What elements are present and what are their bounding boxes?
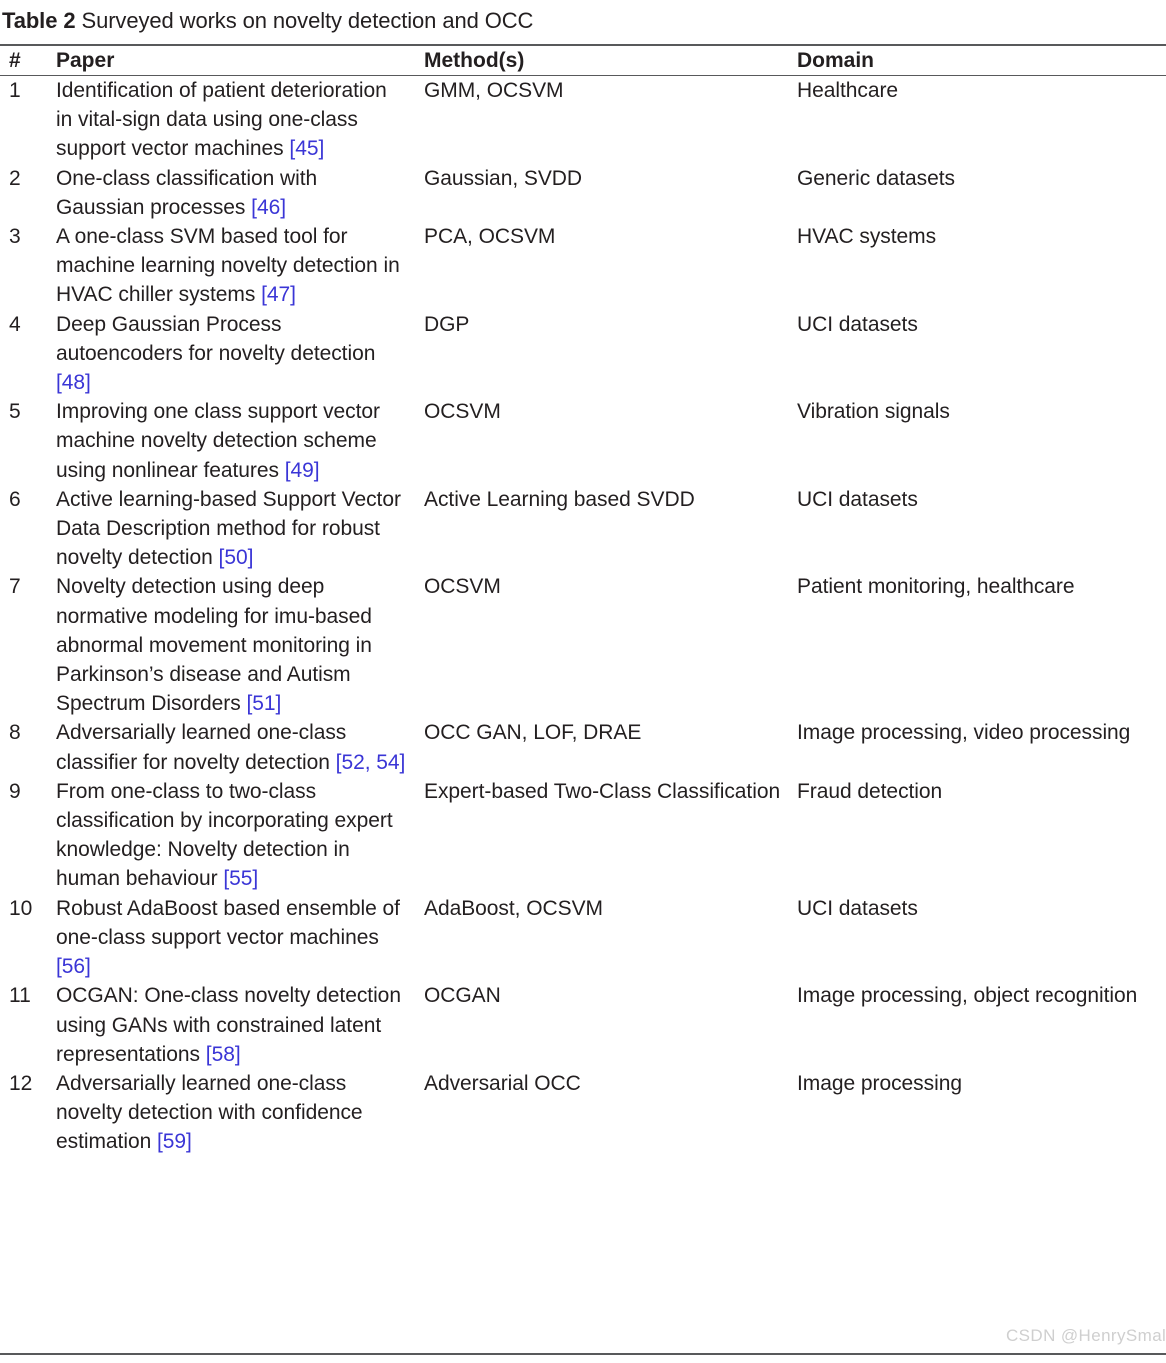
method-cell: Gaussian, SVDD [424,166,583,190]
domain-cell: Image processing, video processing [797,721,1131,745]
method-cell: OCC GAN, LOF, DRAE [424,721,642,745]
surveyed-works-table: # Paper Method(s) Domain 1 Identification… [0,46,1166,1157]
table-row: 3 A one-class SVM based tool for machine … [0,222,1166,310]
paper-title-text: Adversarially learned one-class novelty … [56,1071,363,1154]
paper-title-cell: One-class classification with Gaussian p… [46,164,422,222]
paper-reference-link[interactable]: [46] [251,196,286,219]
paper-title-cell: Adversarially learned one-class novelty … [46,1069,422,1157]
table-header-row: # Paper Method(s) Domain [0,46,1166,75]
method-cell: Adversarial OCC [424,1071,581,1095]
paper-reference-link[interactable]: [51] [246,692,281,715]
table-row: 4 Deep Gaussian Process autoencoders for … [0,310,1166,398]
table-row: 5 Improving one class support vector mach… [0,397,1166,485]
table-caption-label: Table 2 [2,8,76,33]
row-number: 4 [9,312,21,336]
column-header-paper: Paper [56,49,115,72]
table-body: 1 Identification of patient deterioration… [0,75,1166,1157]
paper-reference-link[interactable]: [56] [56,955,91,978]
method-cell: OCSVM [424,400,501,424]
domain-cell: Patient monitoring, healthcare [797,575,1075,599]
table-bottom-rule [0,1353,1166,1355]
paper-reference-link[interactable]: [59] [157,1130,192,1153]
paper-title-cell: Deep Gaussian Process autoencoders for n… [46,310,422,398]
paper-title-text: Adversarially learned one-class classifi… [56,721,347,774]
table-row: 7 Novelty detection using deep normative … [0,572,1166,718]
method-cell: DGP [424,312,470,336]
paper-reference-link[interactable]: [48] [56,371,91,394]
watermark: CSDN @HenrySmale [1006,1326,1166,1345]
domain-cell: UCI datasets [797,487,918,511]
paper-title-cell: A one-class SVM based tool for machine l… [46,222,422,310]
domain-cell: Image processing, object recognition [797,984,1138,1008]
method-cell: Active Learning based SVDD [424,487,695,511]
method-cell: OCGAN [424,984,501,1008]
paper-reference-link[interactable]: [45] [289,137,324,160]
paper-title-text: Robust AdaBoost based ensemble of one-cl… [56,896,400,949]
paper-reference-link[interactable]: [55] [223,867,258,890]
paper-title-cell: Novelty detection using deep normative m… [46,572,422,718]
domain-cell: UCI datasets [797,312,918,336]
method-cell: AdaBoost, OCSVM [424,896,603,920]
paper-reference-link[interactable]: [50] [219,546,254,569]
paper-title-cell: From one-class to two-class classificati… [46,777,422,894]
table-caption-text: Surveyed works on novelty detection and … [81,8,534,33]
table-row: 2 One-class classification with Gaussian … [0,164,1166,222]
table-row: 12 Adversarially learned one-class novelt… [0,1069,1166,1157]
method-cell: OCSVM [424,575,501,599]
paper-title-cell: OCGAN: One-class novelty detection using… [46,981,422,1069]
row-number: 3 [9,225,21,249]
row-number: 2 [9,166,21,190]
row-number: 10 [9,896,33,920]
paper-title-cell: Improving one class support vector machi… [46,397,422,485]
column-header-domain: Domain [797,49,875,72]
row-number: 7 [9,575,21,599]
paper-reference-link[interactable]: [52, 54] [336,751,406,774]
domain-cell: Generic datasets [797,166,955,190]
table-row: 1 Identification of patient deterioration… [0,76,1166,164]
domain-cell: Image processing [797,1071,962,1095]
paper-title-cell: Active learning-based Support Vector Dat… [46,485,422,573]
paper-reference-link[interactable]: [58] [206,1043,241,1066]
domain-cell: UCI datasets [797,896,918,920]
paper-title-text: Novelty detection using deep normative m… [56,575,372,716]
paper-title-text: Improving one class support vector machi… [56,400,380,482]
paper-reference-link[interactable]: [47] [261,283,296,306]
domain-cell: HVAC systems [797,225,937,249]
domain-cell: Fraud detection [797,779,943,803]
table-row: 8 Adversarially learned one-class classif… [0,718,1166,776]
row-number: 12 [9,1071,33,1095]
table-row: 9 From one-class to two-class classificat… [0,777,1166,894]
row-number: 9 [9,779,21,803]
row-number: 8 [9,721,21,745]
table-row: 6 Active learning-based Support Vector Da… [0,485,1166,573]
method-cell: Expert-based Two-Class Classification [424,779,781,803]
paper-title-text: Deep Gaussian Process autoencoders for n… [56,312,376,365]
domain-cell: Vibration signals [797,400,950,424]
method-cell: PCA, OCSVM [424,225,556,249]
row-number: 1 [9,79,21,102]
paper-reference-link[interactable]: [49] [285,459,320,482]
method-cell: GMM, OCSVM [424,79,564,102]
table-row: 10 Robust AdaBoost based ensemble of one-… [0,894,1166,982]
column-header-method: Method(s) [424,49,525,72]
paper-title-text: Identification of patient deterioration … [56,79,387,161]
table-container: Table 2 Surveyed works on novelty detect… [0,0,1166,1355]
column-header-number: # [9,49,21,72]
table-row: 11 OCGAN: One-class novelty detection usi… [0,981,1166,1069]
row-number: 6 [9,487,21,511]
table-caption: Table 2 Surveyed works on novelty detect… [0,0,1166,44]
table-header: # Paper Method(s) Domain [0,46,1166,75]
paper-title-cell: Identification of patient deterioration … [46,76,422,164]
row-number: 11 [9,984,31,1008]
paper-title-cell: Robust AdaBoost based ensemble of one-cl… [46,894,422,982]
domain-cell: Healthcare [797,79,899,102]
row-number: 5 [9,400,21,424]
paper-title-text: A one-class SVM based tool for machine l… [56,225,400,307]
paper-title-cell: Adversarially learned one-class classifi… [46,718,422,776]
